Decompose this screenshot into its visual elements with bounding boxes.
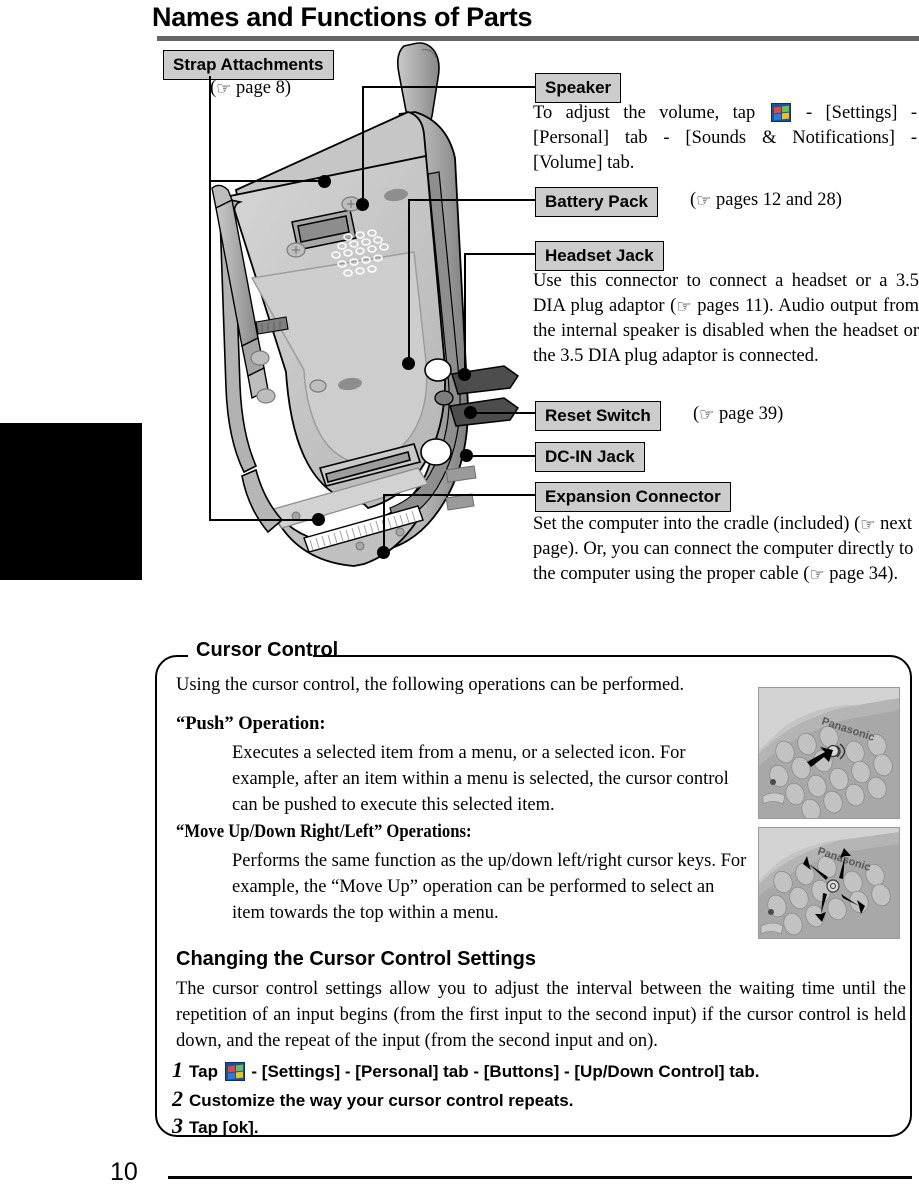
callout-body-headset-jack: Use this connector to connect a headset … xyxy=(533,271,919,366)
leader-line-headset-v xyxy=(464,253,466,373)
step-2: 2 Customize the way your cursor control r… xyxy=(172,1086,574,1111)
hand-pointer-icon: ☞ xyxy=(860,515,876,535)
move-operations-illustration: Panasonic xyxy=(758,827,900,939)
leader-dot-headset xyxy=(458,368,471,381)
windows-logo-icon xyxy=(770,103,791,122)
callout-label-dc-in-jack: DC-IN Jack xyxy=(535,442,645,472)
hand-pointer-icon: ☞ xyxy=(696,191,712,211)
leader-line-strap-v xyxy=(209,76,211,521)
leader-dot-strap xyxy=(318,175,331,188)
changing-settings-heading: Changing the Cursor Control Settings xyxy=(176,948,536,970)
callout-ref-strap-attachments: (☞ page 8) xyxy=(210,78,292,99)
step-1: 1 Tap - [Settings] - [Personal] tab - [Bu… xyxy=(172,1057,760,1082)
callout-label-expansion-connector: Expansion Connector xyxy=(535,482,731,512)
leader-line-battery-v xyxy=(408,199,410,362)
callout-label-reset-switch: Reset Switch xyxy=(535,401,661,431)
cursor-control-title: Cursor Control xyxy=(196,639,339,661)
device-illustration xyxy=(200,40,530,600)
page-number: 10 xyxy=(110,1158,138,1186)
leader-dot-strap-lower xyxy=(312,513,325,526)
callout-body-expansion-connector: Set the computer into the cradle (includ… xyxy=(533,514,914,585)
push-operation-body: Executes a selected item from a menu, or… xyxy=(232,743,729,815)
hand-pointer-icon: ☞ xyxy=(676,297,692,317)
callout-ref-battery-pack: (☞ pages 12 and 28) xyxy=(690,190,842,211)
leader-line-expansion-v xyxy=(383,494,385,552)
cursor-control-intro: Using the cursor control, the following … xyxy=(176,675,685,695)
leader-dot-dcin xyxy=(460,449,473,462)
step-3-number: 3 xyxy=(172,1113,183,1138)
callout-ref-reset-switch: (☞ page 39) xyxy=(693,404,784,425)
push-operation-illustration: Panasonic xyxy=(758,687,900,819)
leader-line-strap-h1 xyxy=(209,180,325,182)
hand-pointer-icon: ☞ xyxy=(216,79,232,99)
hand-pointer-icon: ☞ xyxy=(809,565,825,585)
leader-line-expansion-h xyxy=(383,494,535,496)
step-2-number: 2 xyxy=(172,1086,183,1111)
leader-line-headset-h xyxy=(464,253,535,255)
leader-line-battery-h xyxy=(408,199,535,201)
leader-line-speaker-h xyxy=(362,86,535,88)
callout-label-strap-attachments: Strap Attachments xyxy=(163,50,334,80)
page-title: Names and Functions of Parts xyxy=(152,2,533,32)
leader-dot-reset xyxy=(464,406,477,419)
step-1-number: 1 xyxy=(172,1057,183,1082)
callout-body-speaker: To adjust the volume, tap - [Settings] -… xyxy=(533,103,917,173)
move-operations-heading: “Move Up/Down Right/Left” Operations: xyxy=(176,822,472,842)
hand-pointer-icon: ☞ xyxy=(699,405,715,425)
leader-line-reset-h xyxy=(470,412,535,414)
leader-line-strap-h2 xyxy=(209,519,325,521)
push-operation-heading: “Push” Operation: xyxy=(176,714,326,734)
callout-label-speaker: Speaker xyxy=(535,73,622,103)
step-3: 3 Tap [ok]. xyxy=(172,1113,259,1138)
move-operations-body: Performs the same function as the up/dow… xyxy=(232,851,747,923)
leader-line-speaker-v xyxy=(362,86,364,204)
leader-dot-expansion xyxy=(377,546,390,559)
leader-dot-battery xyxy=(402,357,415,370)
changing-settings-body: The cursor control settings allow you to… xyxy=(176,979,906,1051)
callout-label-headset-jack: Headset Jack xyxy=(535,241,664,271)
callout-label-battery-pack: Battery Pack xyxy=(535,187,659,217)
footer-divider xyxy=(168,1176,912,1179)
leader-line-dcin-h xyxy=(466,455,535,457)
windows-logo-icon xyxy=(224,1062,245,1081)
leader-dot-speaker xyxy=(356,198,369,211)
chapter-edge-tab xyxy=(0,423,142,580)
